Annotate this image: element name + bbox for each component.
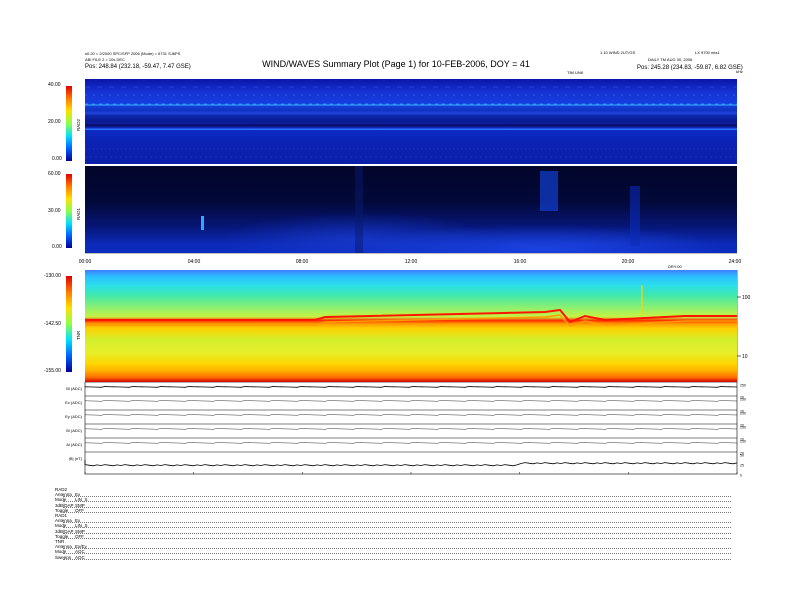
tnr-right-tick-10: 10: [742, 354, 748, 360]
tnr-right-tick-100: 100: [742, 295, 751, 301]
strip-plots: Bl (ADC)25020Ex (ADC)25020Ey (ADC)25020B…: [65, 382, 746, 478]
strip-xtick-label: 0800: [298, 477, 308, 478]
strip-xtick-label: 2000: [624, 477, 634, 478]
tnr-features: [85, 285, 737, 327]
rad1-texture: [201, 166, 640, 253]
header-right-pos: Pos: 245.28 (234.83, -59.87, 6.82 GSE): [637, 65, 743, 71]
rad1-ytick-top: 60.00: [48, 171, 61, 177]
strip-right-tick: 250: [740, 398, 746, 402]
strip-right-tick: 250: [740, 412, 746, 416]
rad1-colorbar: [66, 174, 72, 248]
strip-trace: [84, 459, 738, 467]
strip-right-tick: 25: [740, 464, 744, 468]
strip-label: Ai (ADC): [66, 442, 82, 447]
strip-right-tick: 250: [740, 384, 746, 388]
legend-dotted-line: [63, 527, 731, 529]
rad2-colorbar: [66, 86, 72, 161]
header-right-line1: 1.10 WIND 2UT/GS: [600, 50, 636, 55]
rad2-ylabel: RAD2: [76, 118, 81, 131]
strip-label: |B| (nT): [69, 456, 83, 461]
legend-dotted-line: [63, 506, 731, 508]
header-right-line2: LX 9700 mts1: [695, 50, 720, 55]
strip-right-tick: 50: [740, 454, 744, 458]
header-left-line1: s0.20 = 2/2000 SPC/SFP 2006 (Mode) = 673…: [85, 51, 181, 56]
rad1-xtick-2000: 20:00: [622, 259, 635, 265]
strip-xtick-label: 0400: [189, 477, 199, 478]
rad2-ytick-bottom: 0.00: [52, 156, 62, 162]
x-range-label: DRY:00: [668, 264, 682, 269]
rad1-xtick-1200: 12:00: [405, 259, 418, 265]
rad1-xtick-2400: 24:00: [729, 259, 742, 265]
legend-dotted-line: [63, 537, 731, 539]
rad2-texture: [85, 86, 737, 158]
legend-dotted-line: [63, 553, 731, 555]
strip-label: Ey (ADC): [65, 414, 83, 419]
strip-xtick-label: 2400: [733, 477, 743, 478]
time-label: TIM UNK: [567, 70, 584, 75]
strip-label: Ex (ADC): [65, 400, 83, 405]
tnr-colorbar: [66, 276, 72, 372]
rad2-ytick-top: 40.00: [48, 82, 61, 88]
strip-xtick-label: 1600: [515, 477, 525, 478]
tnr-right-axis: 100 10: [737, 270, 751, 382]
tnr-ytick-top: -130.00: [44, 273, 61, 279]
strip-xtick-label: 1200: [407, 477, 417, 478]
tnr-ylabel: TNR: [76, 330, 81, 340]
strip-trace: [84, 386, 738, 388]
strip-trace: [84, 428, 738, 430]
legend-dotted-line: [63, 548, 731, 550]
rad1-xtick-0400: 04:00: [188, 259, 201, 265]
legend-dotted-line: [63, 558, 731, 560]
rad1-ytick-mid: 30.00: [48, 208, 61, 214]
strip-xtick-label: 0000: [81, 477, 91, 478]
rad1-xtick-0000: 00:00: [79, 259, 92, 265]
rad1-ylabel: RAD1: [76, 207, 81, 220]
legend-dotted-line: [63, 522, 731, 524]
strip-trace: [84, 400, 738, 402]
tnr-ytick-bottom: -155.00: [44, 368, 61, 374]
strip-label: Bl (ADC): [66, 428, 82, 433]
legend-dotted-line: [63, 511, 731, 513]
rad1-ytick-bottom: 0.00: [52, 244, 62, 250]
tnr-ytick-mid: -142.50: [44, 321, 61, 327]
rad1-xtick-0800: 08:00: [296, 259, 309, 265]
strip-trace: [84, 414, 738, 416]
corner-label: kHz: [736, 69, 743, 74]
header-right-line3: DAILY TM AUG 30, 2006: [648, 57, 693, 62]
legend-dotted-line: [63, 496, 731, 498]
rad2-ytick-mid: 20.00: [48, 119, 61, 125]
strip-right-tick: 250: [740, 440, 746, 444]
strip-right-tick: 250: [740, 426, 746, 430]
rad1-xtick-1600: 16:00: [514, 259, 527, 265]
strip-trace: [84, 442, 738, 444]
legend-dotted-line: [63, 501, 731, 503]
strip-label: Bl (ADC): [66, 386, 82, 391]
legend-dotted-line: [63, 532, 731, 534]
